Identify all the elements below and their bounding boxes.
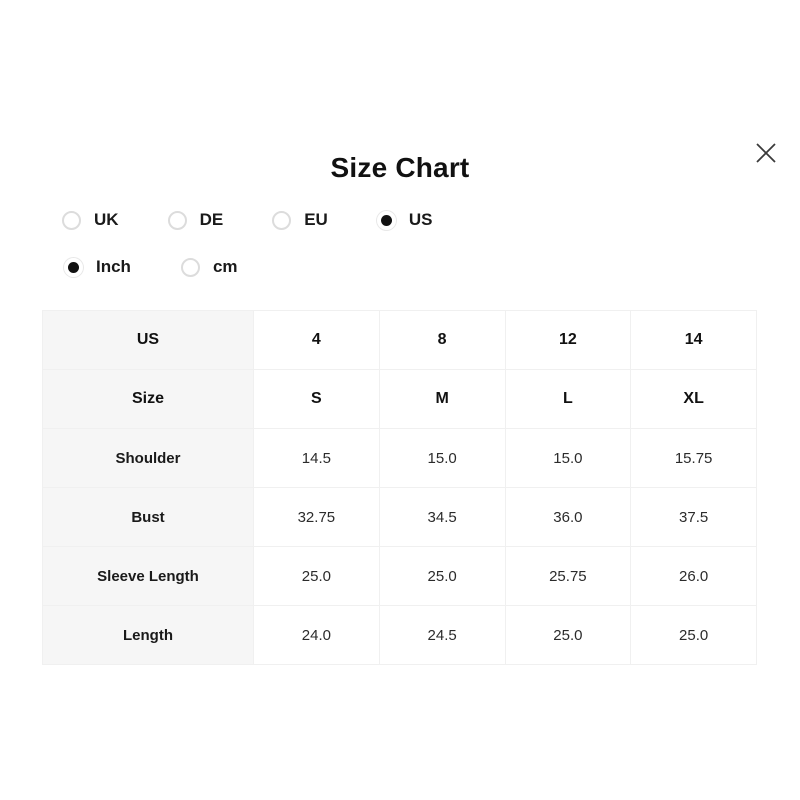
table-cell: 25.0 [378, 546, 506, 606]
table-row-label: Sleeve Length [42, 546, 254, 606]
unit-option-cm[interactable]: cm [180, 257, 238, 277]
table-header-cell: US [42, 310, 254, 370]
table-cell: 36.0 [504, 487, 632, 547]
table-header-row: US 4 8 12 14 [42, 310, 757, 370]
table-header-cell: 14 [630, 310, 757, 370]
region-option-us-label: US [408, 210, 433, 229]
region-option-uk-label: UK [94, 210, 119, 229]
table-cell: L [504, 369, 632, 429]
radio-icon-uk[interactable] [62, 210, 81, 230]
table-header-cell: 8 [378, 310, 506, 370]
radio-icon-de[interactable] [167, 210, 187, 230]
table-row: Bust 32.75 34.5 36.0 37.5 [42, 487, 757, 547]
table-row-label: Length [42, 605, 254, 665]
region-option-de[interactable]: DE [167, 210, 224, 230]
table-cell: M [378, 369, 506, 429]
region-option-eu[interactable]: EU [272, 210, 328, 230]
table-row-label: Shoulder [42, 428, 254, 488]
page-title: Size Chart [330, 152, 470, 183]
table-header-cell: 4 [253, 310, 380, 370]
table-cell: 25.0 [630, 605, 757, 665]
unit-option-inch[interactable]: Inch [64, 257, 131, 277]
region-option-de-label: DE [199, 210, 224, 229]
size-chart-modal: Size Chart UK DE EU US Inch cm US 4 8 12… [0, 0, 800, 800]
region-option-us[interactable]: US [376, 210, 433, 230]
unit-option-inch-label: Inch [96, 257, 131, 276]
table-cell: 15.75 [630, 428, 757, 488]
unit-radio-group: Inch cm [64, 257, 238, 277]
table-header-cell: 12 [504, 310, 632, 370]
region-radio-group: UK DE EU US [62, 210, 432, 230]
table-cell: 15.0 [504, 428, 632, 488]
region-option-eu-label: EU [304, 210, 328, 229]
table-cell: 26.0 [630, 546, 757, 606]
table-row: Shoulder 14.5 15.0 15.0 15.75 [42, 428, 757, 488]
table-row: Length 24.0 24.5 25.0 25.0 [42, 605, 757, 665]
table-cell: 14.5 [253, 428, 380, 488]
unit-option-cm-label: cm [212, 257, 238, 276]
table-cell: 37.5 [630, 487, 757, 547]
table-cell: 24.5 [378, 605, 506, 665]
table-cell: 25.0 [504, 605, 632, 665]
table-cell: 25.0 [253, 546, 380, 606]
size-chart-table: US 4 8 12 14 Size S M L XL Shoulder 14.5… [42, 310, 757, 665]
table-row-label: Bust [42, 487, 254, 547]
radio-icon-inch[interactable] [64, 257, 83, 277]
region-option-uk[interactable]: UK [62, 210, 119, 230]
table-row: Size S M L XL [42, 369, 757, 429]
table-cell: 15.0 [378, 428, 506, 488]
radio-icon-us[interactable] [376, 210, 396, 230]
table-cell: 24.0 [253, 605, 380, 665]
table-cell: 32.75 [253, 487, 380, 547]
table-cell: S [253, 369, 380, 429]
table-cell: XL [630, 369, 757, 429]
table-row: Sleeve Length 25.0 25.0 25.75 26.0 [42, 546, 757, 606]
table-cell: 34.5 [378, 487, 506, 547]
table-row-label: Size [42, 369, 254, 429]
radio-icon-eu[interactable] [272, 210, 292, 230]
table-cell: 25.75 [504, 546, 632, 606]
radio-icon-cm[interactable] [180, 257, 200, 277]
